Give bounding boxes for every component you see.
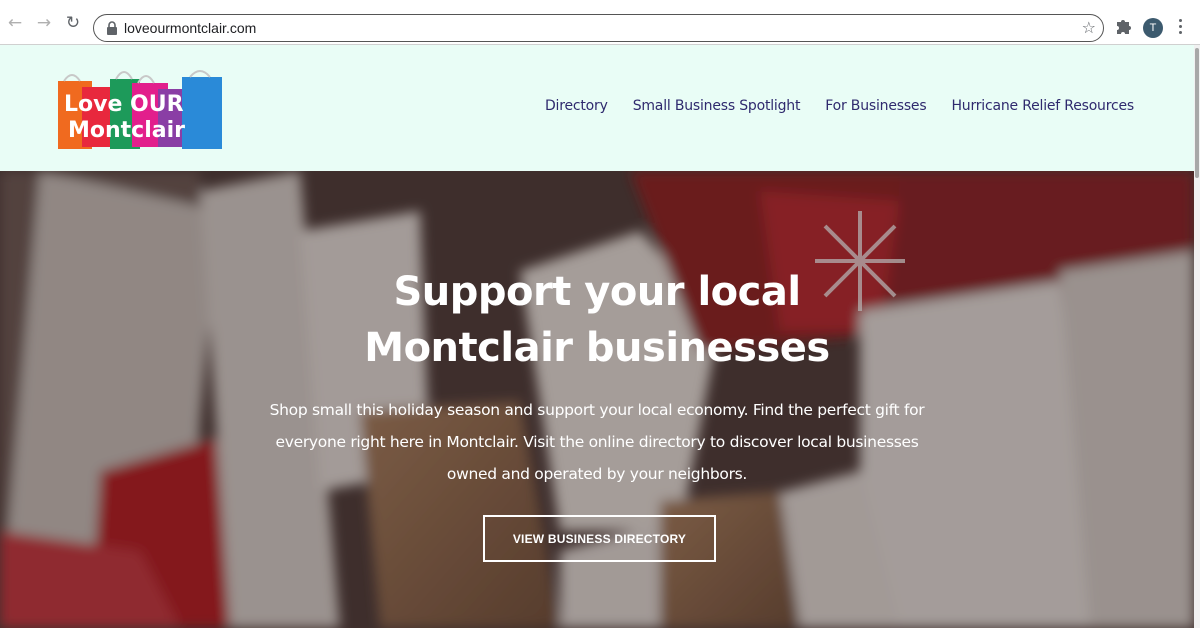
star-icon[interactable]: ☆ bbox=[1082, 18, 1096, 37]
hero-section: Support your local Montclair businesses … bbox=[0, 171, 1194, 628]
url-text[interactable]: loveourmontclair.com bbox=[124, 20, 256, 36]
view-business-directory-button[interactable]: VIEW BUSINESS DIRECTORY bbox=[483, 515, 716, 562]
reload-icon[interactable]: ↻ bbox=[63, 13, 83, 33]
address-bar[interactable]: loveourmontclair.com ☆ bbox=[93, 14, 1104, 42]
hero-title: Support your local Montclair businesses bbox=[0, 264, 1194, 376]
site-header: Love OUR Montclair Directory Small Busin… bbox=[0, 45, 1194, 171]
nav-for-businesses[interactable]: For Businesses bbox=[825, 98, 926, 114]
hero-description: Shop small this holiday season and suppo… bbox=[269, 401, 925, 483]
scrollbar-thumb[interactable] bbox=[1195, 48, 1199, 178]
nav-hurricane-relief-resources[interactable]: Hurricane Relief Resources bbox=[951, 98, 1134, 114]
puzzle-icon[interactable] bbox=[1114, 17, 1132, 35]
nav-directory[interactable]: Directory bbox=[545, 98, 608, 114]
logo-line2: Montclair bbox=[68, 118, 185, 143]
nav-small-business-spotlight[interactable]: Small Business Spotlight bbox=[633, 98, 801, 114]
forward-arrow-icon[interactable]: → bbox=[34, 13, 54, 33]
back-arrow-icon[interactable]: ← bbox=[5, 13, 25, 33]
hero-title-line1: Support your local bbox=[393, 269, 801, 315]
browser-toolbar: ← → ↻ loveourmontclair.com ☆ T bbox=[0, 0, 1200, 45]
kebab-menu-icon[interactable] bbox=[1176, 16, 1184, 38]
avatar[interactable]: T bbox=[1143, 18, 1163, 38]
site-logo[interactable]: Love OUR Montclair bbox=[54, 65, 226, 151]
hero-title-line2: Montclair businesses bbox=[364, 325, 830, 371]
main-nav: Directory Small Business Spotlight For B… bbox=[545, 98, 1134, 114]
lock-icon[interactable] bbox=[106, 21, 118, 35]
logo-line1: Love OUR bbox=[64, 92, 184, 117]
